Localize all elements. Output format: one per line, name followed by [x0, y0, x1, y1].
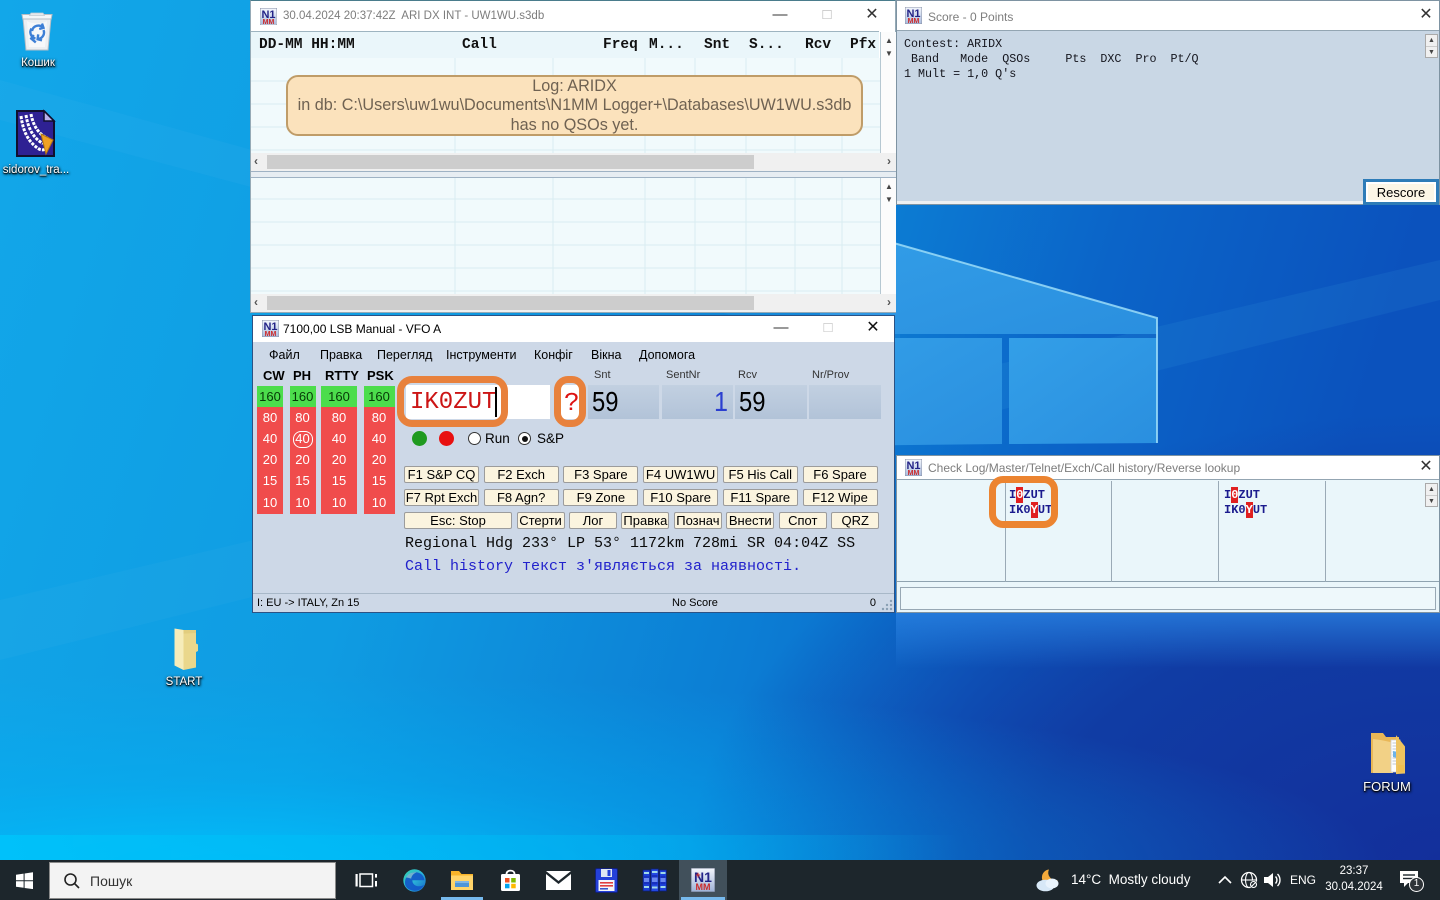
svg-text:+: +	[695, 870, 700, 880]
svg-text:MM: MM	[908, 18, 920, 24]
svg-text:MM: MM	[263, 19, 275, 25]
svg-text:MM: MM	[908, 470, 920, 476]
svg-text:MM: MM	[265, 331, 277, 337]
svg-text:MM: MM	[696, 882, 711, 892]
